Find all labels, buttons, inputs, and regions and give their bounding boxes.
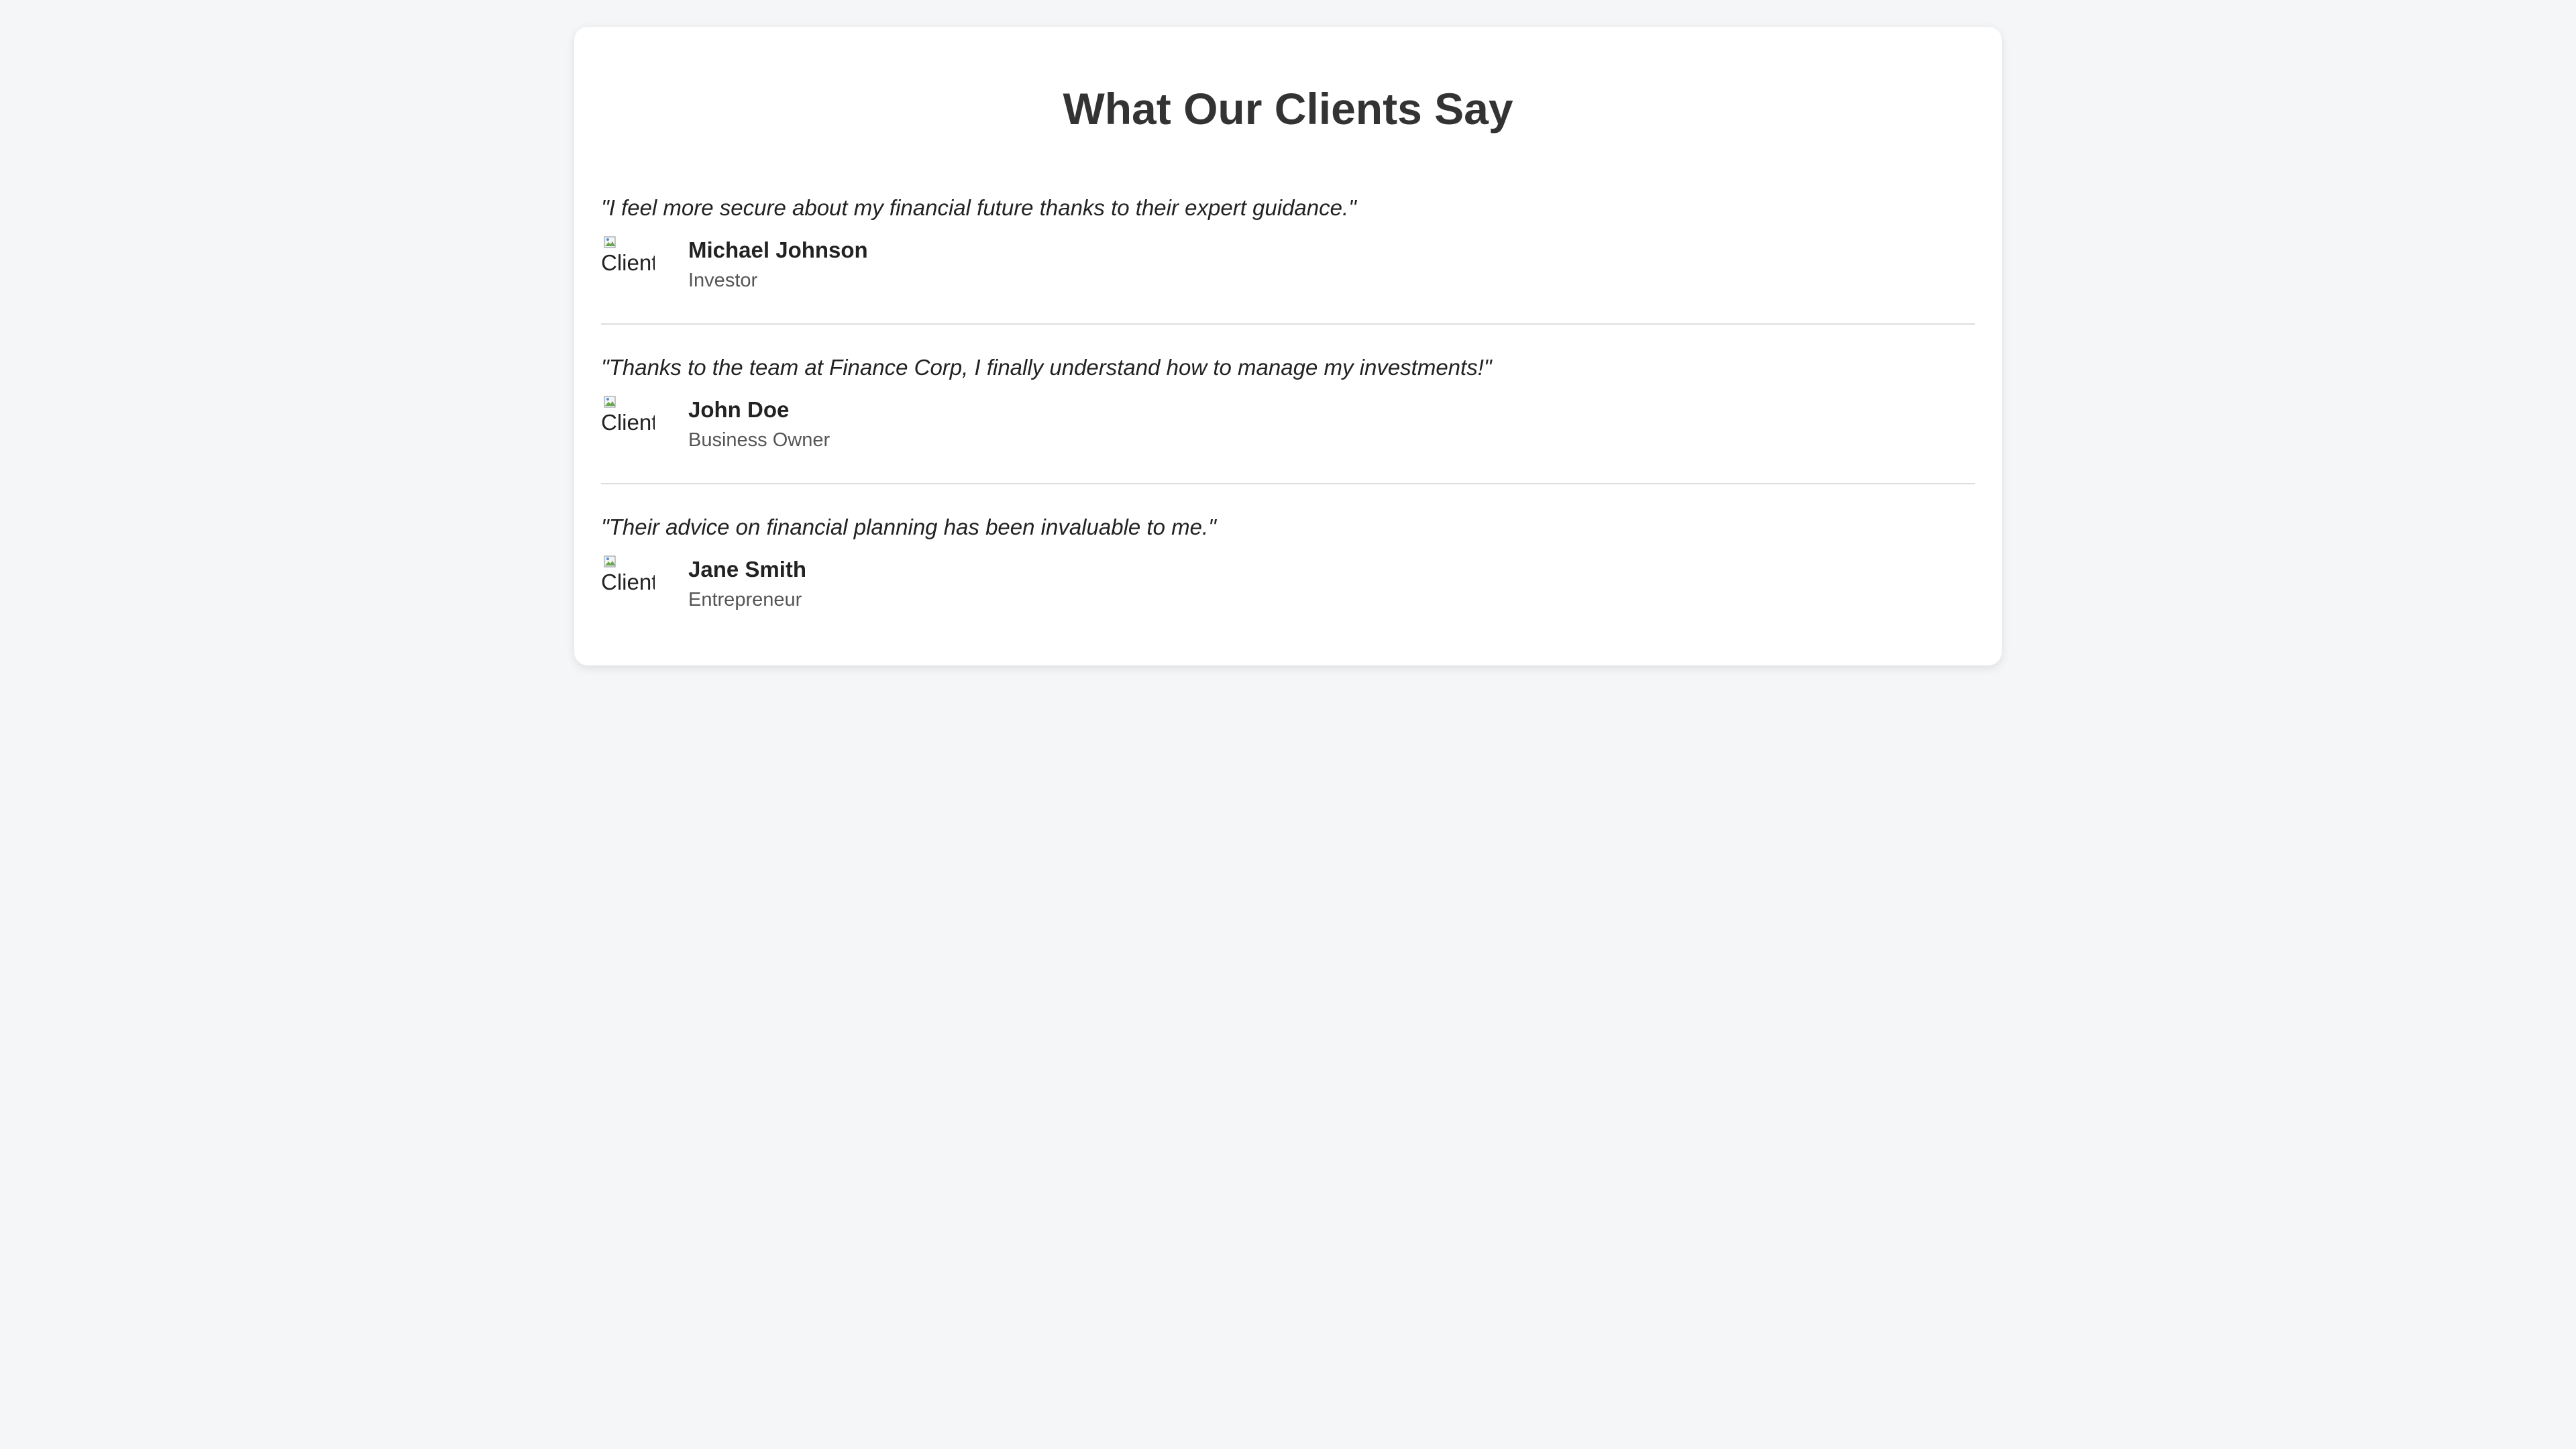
client-name: Michael Johnson bbox=[688, 237, 868, 262]
testimonial-quote: "I feel more secure about my financial f… bbox=[601, 195, 1356, 220]
client-avatar: Client's photo bbox=[601, 554, 655, 608]
client-name: John Doe bbox=[688, 397, 790, 422]
testimonials-card: What Our Clients Say "I feel more secure… bbox=[574, 27, 2002, 665]
testimonial-author: Client's photo Jane Smith Entrepreneur bbox=[601, 554, 1975, 612]
testimonial-item: "Thanks to the team at Finance Corp, I f… bbox=[601, 353, 1975, 484]
avatar-alt-text: Client's photo bbox=[601, 570, 655, 594]
testimonial-item: "Their advice on financial planning has … bbox=[601, 513, 1975, 643]
author-info: John Doe Business Owner bbox=[688, 394, 830, 452]
client-avatar: Client's photo bbox=[601, 235, 655, 288]
client-role: Entrepreneur bbox=[688, 589, 802, 610]
broken-image-icon bbox=[604, 236, 616, 248]
testimonial-list: "I feel more secure about my financial f… bbox=[601, 193, 1975, 643]
author-info: Jane Smith Entrepreneur bbox=[688, 554, 806, 612]
broken-image-icon bbox=[604, 396, 616, 408]
avatar-alt-text: Client's photo bbox=[601, 410, 655, 435]
broken-image-icon bbox=[604, 555, 616, 568]
testimonial-quote: "Thanks to the team at Finance Corp, I f… bbox=[601, 355, 1492, 380]
author-info: Michael Johnson Investor bbox=[688, 235, 868, 292]
client-role: Investor bbox=[688, 270, 758, 291]
client-role: Business Owner bbox=[688, 429, 830, 451]
testimonial-quote: "Their advice on financial planning has … bbox=[601, 515, 1216, 539]
page-title: What Our Clients Say bbox=[1063, 84, 1513, 133]
testimonial-author: Client's photo Michael Johnson Investor bbox=[601, 235, 1975, 292]
client-name: Jane Smith bbox=[688, 557, 807, 582]
testimonial-author: Client's photo John Doe Business Owner bbox=[601, 394, 1975, 452]
client-avatar: Client's photo bbox=[601, 394, 655, 448]
avatar-alt-text: Client's photo bbox=[601, 250, 655, 275]
testimonial-item: "I feel more secure about my financial f… bbox=[601, 193, 1975, 325]
